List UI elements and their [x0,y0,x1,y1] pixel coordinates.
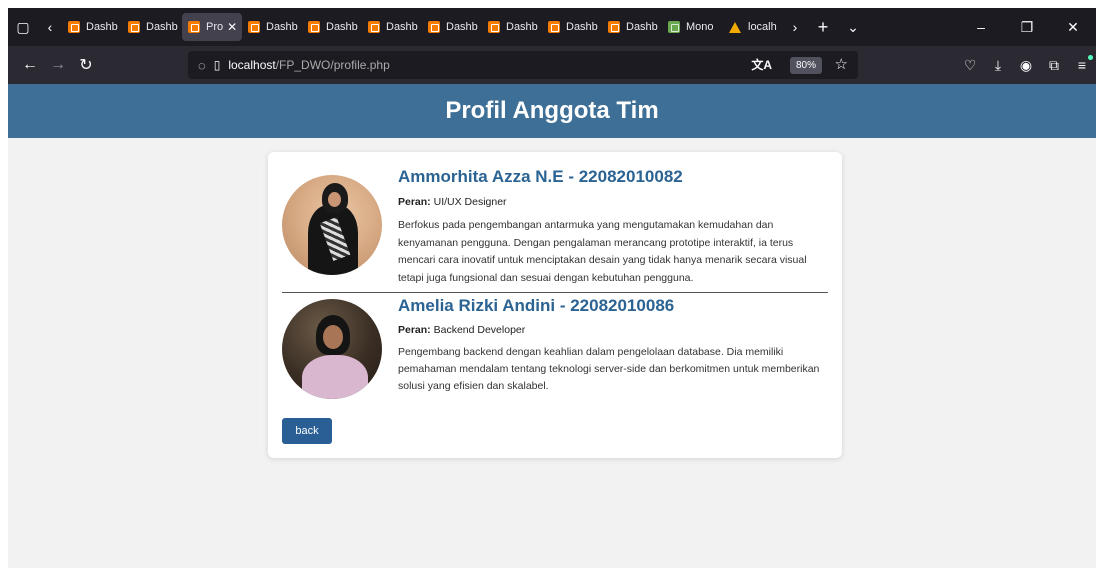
tab-dashboard-2[interactable]: Dashb [122,13,182,41]
url-bar[interactable]: ◌ ▯ localhost/FP_DWO/profile.php 文A 80% … [188,51,858,79]
tab-label: Pro [206,21,224,33]
tab-dashboard-3[interactable]: Dashb [242,13,302,41]
xampp-icon [488,21,500,33]
tab-strip: ▢ ‹ Dashb Dashb Pro ✕ Dashb Dashb Dashb D… [8,8,1096,46]
screenshot-frame: ▢ ‹ Dashb Dashb Pro ✕ Dashb Dashb Dashb D… [0,0,1096,568]
tab-label: Dashb [626,21,658,33]
xampp-icon [188,21,200,33]
web-page: Profil Anggota Tim Ammorhita Azza N.E - … [8,84,1096,568]
page-title: Profil Anggota Tim [445,97,659,124]
tab-profile-active[interactable]: Pro ✕ [182,13,242,41]
xampp-icon [608,21,620,33]
member-role: Peran: UI/UX Designer [398,196,828,209]
role-value: UI/UX Designer [433,196,507,208]
tab-list-icon[interactable]: ▢ [8,8,38,46]
reload-icon[interactable]: ↻ [72,55,100,75]
url-host: localhost [228,58,276,72]
member-role: Peran: Backend Developer [398,324,828,337]
member-description: Berfokus pada pengembangan antarmuka yan… [398,219,807,284]
tab-mono[interactable]: Mono [662,13,722,41]
role-label: Peran: [398,196,431,208]
avatar [282,175,382,275]
list-all-tabs-icon[interactable]: ⌄ [838,8,868,46]
tab-localhost[interactable]: localh [722,13,782,41]
team-card: Ammorhita Azza N.E - 22082010082 Peran: … [268,152,842,458]
tab-label: Dashb [326,21,358,33]
update-dot [1088,55,1093,60]
back-button[interactable]: back [282,418,332,444]
scroll-tabs-right-icon[interactable]: › [782,8,808,46]
new-tab-icon[interactable]: + [808,8,838,46]
tab-label: Dashb [566,21,598,33]
xampp-icon [68,21,80,33]
toolbar-right: ♡ ⤓ ◉ ⧉ ≡ [962,46,1093,84]
xampp-icon [248,21,260,33]
shield-icon[interactable]: ◌ [198,58,206,73]
page-header: Profil Anggota Tim [8,84,1096,138]
member-info: Amelia Rizki Andini - 22082010086 Peran:… [398,293,828,408]
member-profile: Amelia Rizki Andini - 22082010086 Peran:… [282,293,828,408]
role-label: Peran: [398,324,431,336]
avatar-figure [302,355,368,399]
member-name: Amelia Rizki Andini - 22082010086 [398,296,675,315]
tab-dashboard-5[interactable]: Dashb [362,13,422,41]
url-path: /FP_DWO/profile.php [275,58,390,72]
page-icon[interactable]: ▯ [214,58,221,72]
scroll-tabs-left-icon[interactable]: ‹ [38,8,62,46]
map-icon [668,21,680,33]
forward-arrow-icon[interactable]: → [44,56,72,74]
extensions-icon[interactable]: ⧉ [1046,57,1062,74]
tab-label: localh [748,21,777,33]
restore-icon[interactable]: ❐ [1004,19,1050,36]
download-icon[interactable]: ⤓ [990,57,1006,74]
xampp-icon [428,21,440,33]
member-profile: Ammorhita Azza N.E - 22082010082 Peran: … [282,152,828,293]
tab-dashboard-7[interactable]: Dashb [482,13,542,41]
member-info: Ammorhita Azza N.E - 22082010082 Peran: … [398,152,828,292]
tab-label: Dashb [86,21,118,33]
close-tab-icon[interactable]: ✕ [227,20,237,34]
tab-label: Dashb [506,21,538,33]
localhost-icon [728,21,742,33]
role-value: Backend Developer [433,324,526,336]
xampp-icon [128,21,140,33]
browser-window: ▢ ‹ Dashb Dashb Pro ✕ Dashb Dashb Dashb D… [8,8,1096,568]
avatar-figure [328,192,341,207]
back-arrow-icon[interactable]: ← [16,56,44,74]
bookmark-star-icon[interactable]: ☆ [835,55,848,73]
tab-label: Dashb [266,21,298,33]
tab-label: Mono [686,21,714,33]
navigation-bar: ← → ↻ ◌ ▯ localhost/FP_DWO/profile.php 文… [8,46,1096,84]
translate-icon[interactable]: 文A [751,56,772,73]
xampp-icon [548,21,560,33]
account-icon[interactable]: ◉ [1018,57,1034,74]
avatar [282,299,382,399]
minimize-icon[interactable]: – [958,19,1004,35]
tab-label: Dashb [446,21,478,33]
avatar-figure [323,325,343,349]
tab-label: Dashb [146,21,178,33]
tab-label: Dashb [386,21,418,33]
menu-icon[interactable]: ≡ [1074,55,1093,73]
member-name: Ammorhita Azza N.E - 22082010082 [398,167,683,186]
url-text[interactable]: localhost/FP_DWO/profile.php [228,58,389,72]
pocket-icon[interactable]: ♡ [962,57,978,74]
zoom-badge[interactable]: 80% [789,57,822,74]
tab-dashboard-6[interactable]: Dashb [422,13,482,41]
tab-dashboard-1[interactable]: Dashb [62,13,122,41]
member-description: Pengembang backend dengan keahlian dalam… [398,346,820,392]
tab-dashboard-9[interactable]: Dashb [602,13,662,41]
tab-dashboard-4[interactable]: Dashb [302,13,362,41]
xampp-icon [308,21,320,33]
xampp-icon [368,21,380,33]
tab-dashboard-8[interactable]: Dashb [542,13,602,41]
close-window-icon[interactable]: ✕ [1050,19,1096,36]
